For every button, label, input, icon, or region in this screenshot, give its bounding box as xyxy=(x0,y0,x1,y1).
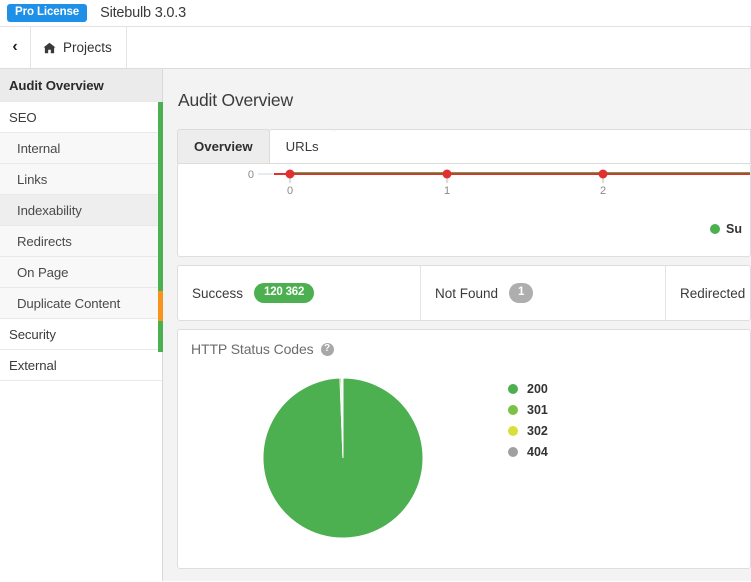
sidebar-item-on-page[interactable]: On Page xyxy=(0,257,162,288)
stat-redirected[interactable]: Redirected xyxy=(666,266,750,320)
sidebar-item-duplicate-content[interactable]: Duplicate Content xyxy=(0,288,162,319)
app-title: Sitebulb 3.0.3 xyxy=(100,5,186,21)
http-status-codes-panel: HTTP Status Codes ? 200 301 302 404 xyxy=(177,329,751,569)
legend-label: 200 xyxy=(527,382,548,396)
status-badge: 1 xyxy=(509,282,534,304)
projects-button[interactable]: Projects xyxy=(31,27,127,68)
stat-label: Not Found xyxy=(435,285,499,301)
projects-label: Projects xyxy=(63,40,112,55)
stat-label: Redirected xyxy=(680,285,746,301)
legend-color-dot xyxy=(508,447,518,457)
pie-chart-legend: 200 301 302 404 xyxy=(508,370,548,459)
legend-item-404[interactable]: 404 xyxy=(508,445,548,459)
tab-label: URLs xyxy=(285,139,319,154)
tab-label: Overview xyxy=(194,139,253,154)
chevron-left-icon: ‹ xyxy=(12,38,18,55)
body-split: Audit Overview SEO Internal Links Indexa… xyxy=(0,69,751,581)
sidebar-item-label: Indexability xyxy=(17,202,82,218)
sidebar-item-security[interactable]: Security xyxy=(0,319,162,350)
toolbar-filler xyxy=(127,27,751,68)
sidebar-item-label: External xyxy=(9,357,57,373)
pie-chart-wrap xyxy=(178,370,508,539)
legend-item-302[interactable]: 302 xyxy=(508,424,548,438)
sidebar: Audit Overview SEO Internal Links Indexa… xyxy=(0,69,163,581)
stat-label: Success xyxy=(192,285,244,301)
home-icon xyxy=(43,41,56,54)
svg-text:2: 2 xyxy=(600,185,606,197)
page-title: Audit Overview xyxy=(178,90,293,110)
sidebar-item-label: Redirects xyxy=(17,233,72,249)
sidebar-item-label: Audit Overview xyxy=(9,77,104,93)
legend-label: Su xyxy=(726,222,742,236)
panel-header: HTTP Status Codes ? xyxy=(178,330,750,357)
sidebar-item-label: Links xyxy=(17,171,48,187)
pro-license-badge[interactable]: Pro License xyxy=(7,3,88,23)
http-status-pie-chart xyxy=(262,377,424,539)
legend-color-dot xyxy=(508,405,518,415)
back-button[interactable]: ‹ xyxy=(0,27,31,68)
sidebar-item-redirects[interactable]: Redirects xyxy=(0,226,162,257)
legend-color-dot xyxy=(508,426,518,436)
sidebar-item-label: SEO xyxy=(9,109,37,125)
sidebar-item-label: Internal xyxy=(17,140,61,156)
status-badge: 120 362 xyxy=(254,282,315,304)
toolbar: ‹ Projects xyxy=(0,27,751,69)
tab-urls[interactable]: URLs xyxy=(268,129,336,163)
stat-not-found[interactable]: Not Found 1 xyxy=(421,266,666,320)
tab-bar-filler xyxy=(334,129,751,163)
sidebar-item-label: Security xyxy=(9,326,56,342)
title-bar: Pro License Sitebulb 3.0.3 xyxy=(0,0,751,27)
sidebar-item-links[interactable]: Links xyxy=(0,164,162,195)
sidebar-item-indexability[interactable]: Indexability xyxy=(0,195,162,226)
legend-label: 404 xyxy=(527,445,548,459)
question-mark-icon[interactable]: ? xyxy=(320,342,334,356)
legend-item-301[interactable]: 301 xyxy=(508,403,548,417)
trend-chart-legend: Su xyxy=(710,222,742,236)
main-content: Audit Overview Overview URLs 0 0 1 2 Su … xyxy=(163,69,751,581)
pie-slice-404[interactable] xyxy=(341,377,344,459)
sidebar-item-label: On Page xyxy=(17,264,69,280)
legend-label: 302 xyxy=(527,424,548,438)
sidebar-item-external[interactable]: External xyxy=(0,350,162,381)
sidebar-item-label: Duplicate Content xyxy=(17,295,121,311)
legend-color-dot xyxy=(710,224,721,234)
svg-text:0: 0 xyxy=(287,185,293,197)
legend-label: 301 xyxy=(527,403,548,417)
sidebar-item-internal[interactable]: Internal xyxy=(0,133,162,164)
sidebar-item-audit-overview[interactable]: Audit Overview xyxy=(0,69,162,102)
panel-title: HTTP Status Codes xyxy=(191,341,314,357)
stat-success[interactable]: Success 120 362 xyxy=(178,266,421,320)
tab-bar: Overview URLs xyxy=(177,129,751,164)
sidebar-item-seo[interactable]: SEO xyxy=(0,102,162,133)
status-summary-panel: Success 120 362 Not Found 1 Redirected xyxy=(177,265,751,321)
trend-line-chart: 0 0 1 2 xyxy=(248,169,750,197)
svg-text:1: 1 xyxy=(444,185,450,197)
svg-text:0: 0 xyxy=(248,169,254,181)
trend-chart-panel: 0 0 1 2 Su xyxy=(177,164,751,257)
legend-item-200[interactable]: 200 xyxy=(508,382,548,396)
legend-color-dot xyxy=(508,384,518,394)
pie-chart-body: 200 301 302 404 xyxy=(178,370,750,539)
tab-overview[interactable]: Overview xyxy=(177,129,270,163)
